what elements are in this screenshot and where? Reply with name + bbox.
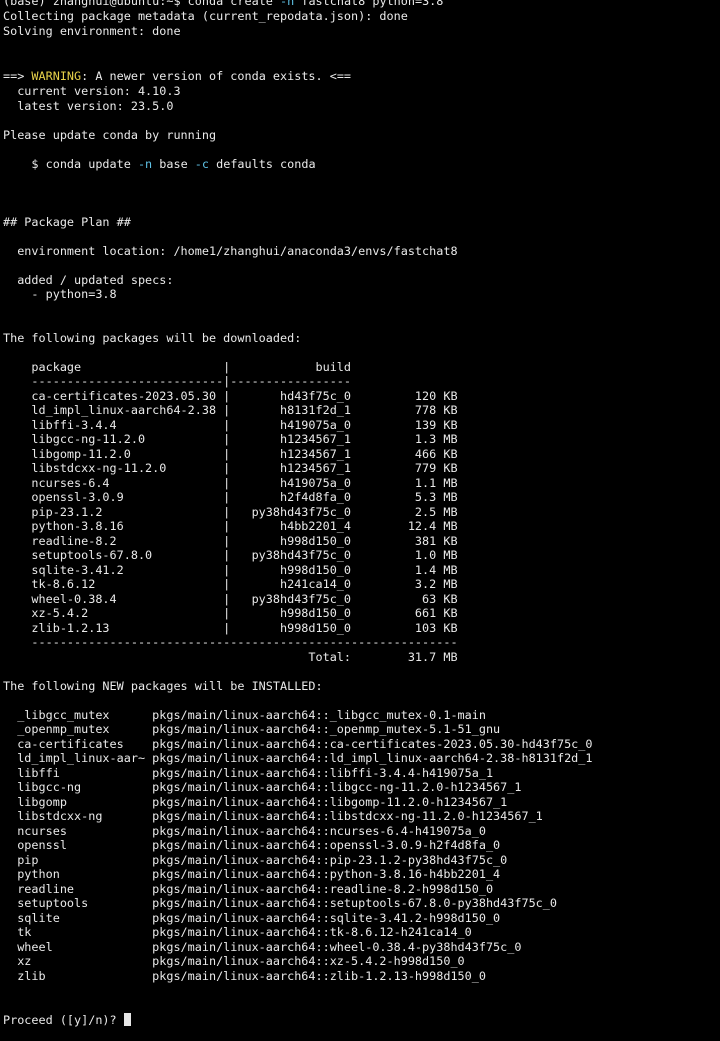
download-row: xz-5.4.2 | h998d150_0 661 KB [3, 606, 458, 620]
download-row: tk-8.6.12 | h241ca14_0 3.2 MB [3, 577, 458, 591]
download-total: Total: 31.7 MB [3, 650, 458, 664]
warning-arrow: ==> [3, 69, 32, 83]
download-header: The following packages will be downloade… [3, 331, 302, 345]
command-flag: -n [280, 0, 295, 8]
download-row: setuptools-67.8.0 | py38hd43f75c_0 1.0 M… [3, 548, 458, 562]
current-version: current version: 4.10.3 [3, 84, 181, 98]
install-row: pip pkgs/main/linux-aarch64::pip-23.1.2-… [3, 853, 508, 867]
update-command-mid: base [152, 157, 195, 171]
download-row: libstdcxx-ng-11.2.0 | h1234567_1 779 KB [3, 461, 458, 475]
install-row: libffi pkgs/main/linux-aarch64::libffi-3… [3, 766, 494, 780]
collecting-status: Collecting package metadata (current_rep… [3, 9, 408, 23]
command-main: conda create [187, 0, 281, 8]
terminal-window[interactable]: (base) zhanghui@ubuntu:~$ conda create -… [0, 0, 720, 1041]
install-row: sqlite pkgs/main/linux-aarch64::sqlite-3… [3, 911, 501, 925]
solving-status: Solving environment: done [3, 24, 181, 38]
latest-version: latest version: 23.5.0 [3, 99, 174, 113]
download-row: libgomp-11.2.0 | h1234567_1 466 KB [3, 447, 458, 461]
download-row: python-3.8.16 | h4bb2201_4 12.4 MB [3, 519, 458, 533]
install-row: zlib pkgs/main/linux-aarch64::zlib-1.2.1… [3, 969, 486, 983]
warning-label: WARNING [31, 69, 82, 83]
update-notice: Please update conda by running [3, 128, 217, 142]
install-row: openssl pkgs/main/linux-aarch64::openssl… [3, 838, 501, 852]
install-row: setuptools pkgs/main/linux-aarch64::setu… [3, 896, 557, 910]
update-flag-c: -c [194, 157, 210, 171]
install-row: libstdcxx-ng pkgs/main/linux-aarch64::li… [3, 809, 543, 823]
text-cursor[interactable] [123, 1013, 131, 1026]
install-row: wheel pkgs/main/linux-aarch64::wheel-0.3… [3, 940, 522, 954]
install-row: xz pkgs/main/linux-aarch64::xz-5.4.2-h99… [3, 954, 465, 968]
install-row: tk pkgs/main/linux-aarch64::tk-8.6.12-h2… [3, 925, 472, 939]
download-row: zlib-1.2.13 | h998d150_0 103 KB [3, 621, 458, 635]
download-row: libgcc-ng-11.2.0 | h1234567_1 1.3 MB [3, 432, 458, 446]
command-line: (base) zhanghui@ubuntu:~$ conda create -… [3, 0, 443, 9]
environment-location: environment location: /home1/zhanghui/an… [3, 244, 458, 258]
download-row: openssl-3.0.9 | h2f4d8fa_0 5.3 MB [3, 490, 458, 504]
download-row: readline-8.2 | h998d150_0 381 KB [3, 534, 458, 548]
download-row: sqlite-3.41.2 | h998d150_0 1.4 MB [3, 563, 458, 577]
warning-line: ==> WARNING: A newer version of conda ex… [3, 69, 351, 84]
shell-prompt: (base) zhanghui@ubuntu:~$ [3, 0, 188, 8]
download-table-separator: ---------------------------|------------… [3, 374, 352, 388]
install-row: ncurses pkgs/main/linux-aarch64::ncurses… [3, 824, 486, 838]
update-command-prefix: $ conda update [3, 157, 138, 171]
specs-header: added / updated specs: [3, 273, 174, 287]
proceed-line[interactable]: Proceed ([y]/n)? [3, 1013, 131, 1028]
download-row: pip-23.1.2 | py38hd43f75c_0 2.5 MB [3, 505, 458, 519]
install-header: The following NEW packages will be INSTA… [3, 679, 323, 693]
warning-message: : A newer version of conda exists. <== [81, 69, 352, 83]
download-table-header: package | build [3, 360, 352, 374]
spec-item: - python=3.8 [3, 287, 117, 301]
install-row: ld_impl_linux-aar~ pkgs/main/linux-aarch… [3, 751, 593, 765]
update-command-suffix: defaults conda [209, 157, 316, 171]
download-row: ca-certificates-2023.05.30 | hd43f75c_0 … [3, 389, 458, 403]
proceed-prompt: Proceed ([y]/n)? [3, 1013, 124, 1027]
install-row: ca-certificates pkgs/main/linux-aarch64:… [3, 737, 593, 751]
install-row: readline pkgs/main/linux-aarch64::readli… [3, 882, 494, 896]
install-row: _libgcc_mutex pkgs/main/linux-aarch64::_… [3, 708, 486, 722]
update-flag-n: -n [137, 157, 153, 171]
command-args: fastchat8 python=3.8 [294, 0, 444, 8]
download-row: ld_impl_linux-aarch64-2.38 | h8131f2d_1 … [3, 403, 458, 417]
download-row: libffi-3.4.4 | h419075a_0 139 KB [3, 418, 458, 432]
package-plan-header: ## Package Plan ## [3, 215, 131, 229]
install-row: python pkgs/main/linux-aarch64::python-3… [3, 867, 501, 881]
download-table-footer-rule: ----------------------------------------… [3, 635, 458, 649]
install-row: libgomp pkgs/main/linux-aarch64::libgomp… [3, 795, 508, 809]
install-row: _openmp_mutex pkgs/main/linux-aarch64::_… [3, 722, 501, 736]
update-command: $ conda update -n base -c defaults conda [3, 157, 316, 172]
install-row: libgcc-ng pkgs/main/linux-aarch64::libgc… [3, 780, 522, 794]
download-row: ncurses-6.4 | h419075a_0 1.1 MB [3, 476, 458, 490]
download-row: wheel-0.38.4 | py38hd43f75c_0 63 KB [3, 592, 458, 606]
